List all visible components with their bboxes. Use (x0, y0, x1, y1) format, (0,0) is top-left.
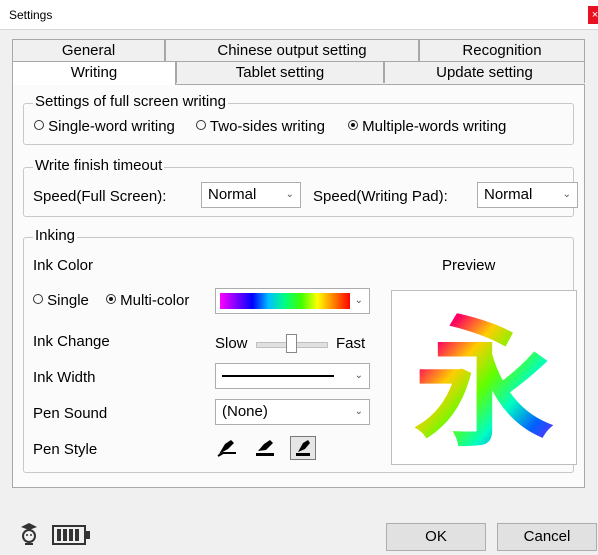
slider-thumb[interactable] (286, 334, 297, 353)
speed-pad-select[interactable]: Normal ⌄ (477, 182, 578, 208)
preview-box: 永 (391, 290, 577, 467)
pen-sound-select[interactable]: (None) ⌄ (215, 399, 370, 425)
app-icon (20, 522, 38, 546)
speed-full-label: Speed(Full Screen): (33, 188, 167, 205)
ink-change-label: Ink Change (33, 333, 110, 350)
fast-label: Fast (336, 335, 366, 352)
tab-tablet-setting[interactable]: Tablet setting (176, 61, 384, 83)
preview-label: Preview (442, 257, 496, 274)
radio-single-word-indicator[interactable] (34, 120, 44, 130)
ink-color-label: Ink Color (33, 257, 94, 274)
tab-chinese-output[interactable]: Chinese output setting (165, 39, 419, 61)
title-bar: Settings × (0, 0, 598, 30)
speed-pad-label: Speed(Writing Pad): (313, 188, 448, 205)
chevron-down-icon: ⌄ (354, 295, 363, 306)
ok-button[interactable]: OK (386, 523, 486, 551)
tab-recognition[interactable]: Recognition (419, 39, 585, 61)
battery-icon (52, 525, 92, 545)
window-title: Settings (9, 8, 53, 22)
inking-legend: Inking (33, 227, 78, 244)
radio-single-color-label: Single (47, 292, 89, 309)
chevron-down-icon: ⌄ (354, 406, 363, 417)
fullscreen-legend: Settings of full screen writing (33, 93, 228, 110)
tab-update-setting[interactable]: Update setting (384, 61, 585, 83)
slow-label: Slow (215, 335, 248, 352)
rainbow-swatch (220, 293, 350, 309)
radio-multi-color-indicator[interactable] (106, 294, 116, 304)
chevron-down-icon: ⌄ (562, 189, 571, 200)
radio-single-color-indicator[interactable] (33, 294, 43, 304)
close-button[interactable]: × (588, 6, 598, 24)
ink-color-select[interactable]: ⌄ (215, 288, 370, 314)
speed-full-select[interactable]: Normal ⌄ (201, 182, 301, 208)
radio-multiple-words-indicator[interactable] (348, 120, 358, 130)
pen-sound-value: (None) (222, 403, 268, 420)
speed-pad-value: Normal (484, 186, 533, 203)
pen-style-2-button[interactable] (253, 436, 279, 460)
pen-style-3-button[interactable] (290, 436, 316, 460)
radio-multiple-words-label: Multiple-words writing (362, 118, 507, 135)
pen-sound-label: Pen Sound (33, 405, 108, 422)
chevron-down-icon: ⌄ (354, 370, 363, 381)
radio-multi-color-label: Multi-color (120, 292, 190, 309)
writing-panel: Settings of full screen writing Single-w… (12, 84, 585, 488)
tab-writing[interactable]: Writing (12, 61, 176, 85)
radio-two-sides-indicator[interactable] (196, 120, 206, 130)
cancel-button[interactable]: Cancel (497, 523, 597, 551)
radio-single-word-label: Single-word writing (48, 118, 175, 135)
tab-general[interactable]: General (12, 39, 165, 61)
line-width-sample (222, 375, 334, 377)
pen-style-label: Pen Style (33, 441, 98, 458)
preview-character: 永 (414, 304, 554, 467)
brush-pen-icon (217, 440, 236, 457)
radio-multiple-words[interactable]: Multiple-words writing (348, 118, 506, 135)
timeout-group: Write finish timeout Speed(Full Screen):… (23, 157, 578, 217)
timeout-legend: Write finish timeout (33, 157, 165, 174)
ink-width-select[interactable]: ⌄ (215, 363, 370, 389)
marker-pen-icon (256, 440, 274, 456)
radio-two-sides[interactable]: Two-sides writing (196, 118, 325, 135)
radio-single-color[interactable]: Single (33, 292, 89, 309)
svg-text:永: 永 (414, 304, 554, 464)
calligraphy-pen-icon (296, 440, 310, 456)
radio-two-sides-label: Two-sides writing (209, 118, 325, 135)
radio-single-word[interactable]: Single-word writing (34, 118, 175, 135)
fullscreen-group: Settings of full screen writing Single-w… (23, 93, 574, 145)
radio-multi-color[interactable]: Multi-color (106, 292, 189, 309)
ink-width-label: Ink Width (33, 369, 96, 386)
ink-change-slider[interactable] (256, 334, 328, 353)
chevron-down-icon: ⌄ (285, 189, 294, 200)
pen-style-1-button[interactable] (215, 436, 241, 460)
speed-full-value: Normal (208, 186, 257, 203)
